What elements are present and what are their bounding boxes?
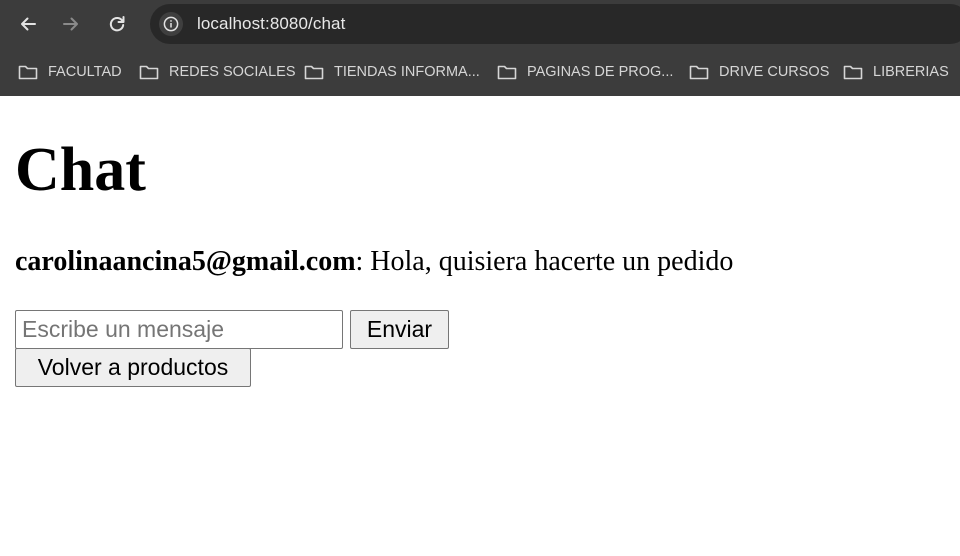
bookmark-label: REDES SOCIALES <box>169 64 296 80</box>
back-to-products-button[interactable]: Volver a productos <box>15 348 251 387</box>
message-input[interactable] <box>15 309 343 349</box>
page-title: Chat <box>15 136 146 204</box>
bookmark-label: FACULTAD <box>48 64 122 80</box>
info-icon <box>163 16 179 32</box>
message-author: carolinaancina5@gmail.com <box>15 246 356 277</box>
reload-button[interactable] <box>101 8 133 40</box>
folder-icon <box>843 65 863 80</box>
send-button[interactable]: Enviar <box>350 309 449 349</box>
bookmark-drive-cursos[interactable]: DRIVE CURSOS <box>689 60 829 84</box>
browser-chrome: localhost:8080/chat FACULTAD REDES SOCIA… <box>0 0 960 96</box>
arrow-right-icon <box>63 17 78 31</box>
bookmark-facultad[interactable]: FACULTAD <box>18 60 122 84</box>
chat-message: carolinaancina5@gmail.com: Hola, quisier… <box>15 244 733 280</box>
page-content: Chat carolinaancina5@gmail.com: Hola, qu… <box>0 96 960 556</box>
forward-button[interactable] <box>55 8 87 40</box>
message-text: Hola, quisiera hacerte un pedido <box>363 246 734 277</box>
url-text[interactable]: localhost:8080/chat <box>197 14 345 34</box>
bookmark-paginas-de-programacion[interactable]: PAGINAS DE PROG... <box>497 60 673 84</box>
bookmark-tiendas-informatica[interactable]: TIENDAS INFORMA... <box>304 60 480 84</box>
bookmark-redes-sociales[interactable]: REDES SOCIALES <box>139 60 296 84</box>
bookmark-label: PAGINAS DE PROG... <box>527 64 674 80</box>
bookmark-label: LIBRERIAS <box>873 64 949 80</box>
folder-icon <box>18 65 38 80</box>
address-bar[interactable]: localhost:8080/chat <box>150 4 960 44</box>
folder-icon <box>689 65 709 80</box>
folder-icon <box>139 65 159 80</box>
back-button[interactable] <box>12 8 44 40</box>
folder-icon <box>304 65 324 80</box>
bookmarks-bar: FACULTAD REDES SOCIALES TIENDAS INFORMA.… <box>0 48 960 96</box>
site-info-button[interactable] <box>159 12 183 36</box>
arrow-left-icon <box>21 17 36 31</box>
bookmark-label: TIENDAS INFORMA... <box>334 64 480 80</box>
browser-toolbar: localhost:8080/chat <box>0 0 960 48</box>
chat-form: Enviar <box>15 309 449 349</box>
reload-icon <box>109 16 125 32</box>
bookmark-label: DRIVE CURSOS <box>719 64 830 80</box>
folder-icon <box>497 65 517 80</box>
bookmark-librerias[interactable]: LIBRERIAS <box>843 60 949 84</box>
